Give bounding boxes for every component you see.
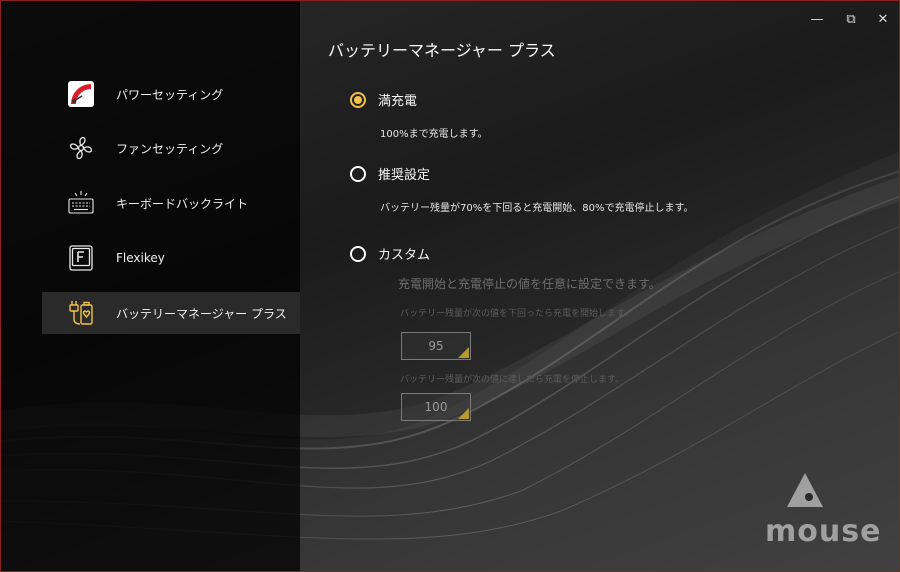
option-description: バッテリー残量が70%を下回ると充電開始、80%で充電停止します。 <box>380 203 694 214</box>
option-label: カスタム <box>378 248 431 263</box>
sidebar-item-keyboard-backlight[interactable]: キーボードバックライト <box>42 182 300 224</box>
sidebar: パワーセッティング ファンセッティング キーボードバックライト Flexikey… <box>1 1 300 571</box>
battery-manager-icon <box>67 299 95 327</box>
sidebar-item-label: ファンセッティング <box>116 141 224 156</box>
close-button[interactable]: ✕ <box>873 9 893 29</box>
option-recommended[interactable]: 推奨設定 <box>350 164 430 183</box>
stop-threshold-value: 100 <box>424 400 448 414</box>
sidebar-item-label: キーボードバックライト <box>116 196 249 211</box>
stop-threshold-label: バッテリー残量が次の値に達したら充電を停止します。 <box>400 375 625 385</box>
fan-icon <box>67 134 95 162</box>
stop-threshold-input[interactable]: 100 <box>401 393 471 421</box>
keyboard-backlight-icon <box>67 189 95 217</box>
spin-corner-icon <box>458 408 469 419</box>
close-icon: ✕ <box>877 11 889 27</box>
option-label: 推奨設定 <box>378 168 431 183</box>
spin-corner-icon <box>458 347 469 358</box>
custom-heading: 充電開始と充電停止の値を任意に設定できます。 <box>398 277 661 291</box>
page-title: バッテリーマネージャー プラス <box>328 41 556 60</box>
sidebar-item-battery-manager-plus[interactable]: バッテリーマネージャー プラス <box>42 292 300 334</box>
sidebar-item-label: パワーセッティング <box>116 87 224 102</box>
minimize-button[interactable]: — <box>807 9 827 29</box>
radio-full-charge[interactable] <box>350 91 366 108</box>
radio-custom[interactable] <box>350 245 366 262</box>
option-label: 満充電 <box>378 94 418 109</box>
start-threshold-label: バッテリー残量が次の値を下回ったら充電を開始します。 <box>400 309 634 319</box>
brand-logo-text: mouse <box>765 514 882 549</box>
option-custom[interactable]: カスタム <box>350 244 430 263</box>
minimize-icon: — <box>810 11 824 27</box>
restore-button[interactable]: ⧉ <box>841 9 861 29</box>
sidebar-item-flexikey[interactable]: Flexikey <box>42 237 300 279</box>
sidebar-item-power-setting[interactable]: パワーセッティング <box>42 73 300 115</box>
app-window: パワーセッティング ファンセッティング キーボードバックライト Flexikey… <box>0 0 900 572</box>
option-description: 100%まで充電します。 <box>380 129 488 140</box>
option-full-charge[interactable]: 満充電 <box>350 90 417 109</box>
start-threshold-input[interactable]: 95 <box>401 332 471 360</box>
sidebar-item-fan-setting[interactable]: ファンセッティング <box>42 127 300 169</box>
radio-recommended[interactable] <box>350 165 366 182</box>
restore-icon: ⧉ <box>846 11 856 27</box>
sidebar-item-label: バッテリーマネージャー プラス <box>116 306 287 321</box>
sidebar-item-label: Flexikey <box>116 251 165 265</box>
start-threshold-value: 95 <box>428 339 444 353</box>
power-gauge-icon <box>67 80 95 108</box>
flexikey-icon <box>67 244 95 272</box>
